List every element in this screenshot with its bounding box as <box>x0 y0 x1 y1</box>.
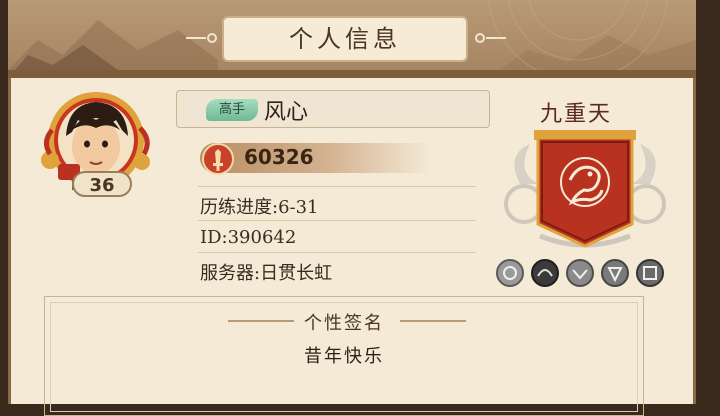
tiger-banner-icon <box>504 130 666 248</box>
rank-tag: 高手 <box>206 99 258 121</box>
player-name: 风心 <box>264 100 309 125</box>
power-value: 60326 <box>244 145 314 169</box>
title-right-ornament <box>475 33 506 43</box>
tier-1-icon <box>496 259 524 287</box>
tier-3-icon <box>566 259 594 287</box>
divider <box>198 220 476 221</box>
tier-4-icon <box>601 259 629 287</box>
sword-power-icon <box>202 143 234 175</box>
divider <box>198 252 476 253</box>
title-left-ornament <box>186 33 218 43</box>
signature-text: 昔年快乐 <box>304 346 384 367</box>
window-title: 个人信息 <box>289 25 401 53</box>
progress-text: 历练进度:6-31 <box>200 197 319 218</box>
divider <box>400 320 466 322</box>
player-id-text: ID:390642 <box>200 227 297 248</box>
tier-2-icon <box>531 259 559 287</box>
title-plate: 个人信息 <box>222 16 468 62</box>
divider <box>228 320 294 322</box>
signature-title: 个性签名 <box>304 313 384 334</box>
power-bar <box>200 143 430 173</box>
divider <box>198 186 476 187</box>
level-value: 36 <box>89 175 115 196</box>
tier-5-icon <box>636 259 664 287</box>
level-badge: 36 <box>72 171 132 197</box>
rank-banner[interactable] <box>500 124 670 258</box>
tier-icons <box>495 258 667 292</box>
server-text: 服务器:日贯长虹 <box>200 263 333 284</box>
header-border <box>8 70 696 78</box>
